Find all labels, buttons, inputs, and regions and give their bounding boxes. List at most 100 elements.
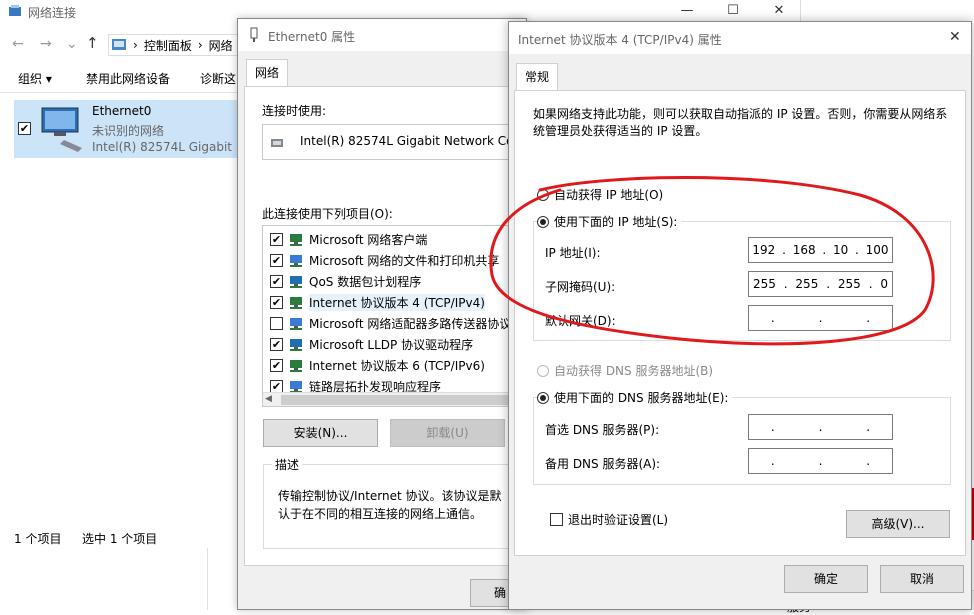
status-item-count: 1 个项目 — [14, 532, 62, 546]
adapter-name: Intel(R) 82574L Gigabit Network Cor — [300, 134, 517, 148]
preferred-dns-field[interactable]: ... — [748, 414, 893, 440]
items-list[interactable]: ✔ Microsoft 网络客户端 ✔ Microsoft 网络的文件和打印机共享 ✔ Q… — [262, 225, 517, 407]
breadcrumb-network[interactable]: 网络 — [209, 37, 233, 54]
disable-device-button[interactable]: 禁用此网络设备 — [86, 70, 170, 87]
item-checkbox[interactable]: ✔ — [270, 359, 283, 372]
network-tab-panel: 连接时使用: Intel(R) 82574L Gigabit Network C… — [244, 86, 524, 566]
address-bar[interactable]: › 控制面板 › 网络 — [108, 34, 243, 56]
list-item[interactable]: ✔ Internet 协议版本 6 (TCP/IPv6) — [270, 355, 516, 376]
protocol-icon — [288, 359, 304, 373]
ok-button[interactable]: 确定 — [784, 565, 868, 593]
horizontal-scrollbar[interactable]: ◀ — [263, 392, 516, 406]
auto-dns-radio[interactable] — [537, 364, 549, 377]
item-checkbox[interactable]: ✔ — [270, 296, 283, 309]
window-title: 网络连接 — [28, 6, 77, 20]
list-item[interactable]: ✔ Microsoft 网络的文件和打印机共享 — [270, 250, 516, 271]
dialog-title: Internet 协议版本 4 (TCP/IPv4) 属性 — [518, 33, 722, 47]
manual-dns-radio[interactable] — [537, 391, 549, 404]
protocol-icon — [288, 296, 304, 310]
list-item[interactable]: ✔ Microsoft LLDP 协议驱动程序 — [270, 334, 516, 355]
auto-ip-radio[interactable] — [537, 188, 549, 201]
up-arrow-icon[interactable]: ↑ — [86, 34, 99, 52]
ip-settings-group: 使用下面的 IP 地址(S): IP 地址(I): 192. 168. 10. 100… — [533, 213, 951, 341]
manual-ip-radio[interactable] — [537, 215, 549, 228]
organize-menu[interactable]: 组织 ▾ — [18, 70, 52, 87]
default-gateway-label: 默认网关(D): — [545, 314, 616, 328]
breadcrumb-control-panel[interactable]: 控制面板 — [144, 37, 192, 54]
subnet-mask-field[interactable]: 255. 255. 255. 0 — [748, 271, 893, 297]
ip-address-label: IP 地址(I): — [545, 246, 601, 260]
alternate-dns-label: 备用 DNS 服务器(A): — [545, 457, 661, 471]
preferred-dns-label: 首选 DNS 服务器(P): — [545, 423, 660, 437]
recent-dropdown-icon[interactable]: ⌄ — [66, 36, 78, 52]
description-text: 传输控制协议/Internet 协议。该协议是默认于在不同的相互连接的网络上通信… — [278, 489, 502, 521]
item-checkbox[interactable] — [270, 317, 283, 330]
ip-address-field[interactable]: 192. 168. 10. 100 — [748, 237, 893, 263]
dns-settings-group: 使用下面的 DNS 服务器地址(E): 首选 DNS 服务器(P): ... 备… — [533, 389, 951, 485]
diagnose-button[interactable]: 诊断这 — [200, 70, 236, 87]
manual-dns-option[interactable]: 使用下面的 DNS 服务器地址(E): — [537, 389, 733, 406]
network-adapter-icon — [248, 27, 260, 46]
default-gateway-field[interactable]: ... — [748, 305, 893, 331]
adapter-item-ethernet0[interactable]: ✔ Ethernet0 未识别的网络 Intel(R) 82574L Gigab… — [14, 100, 245, 158]
description-label: 描述 — [272, 456, 303, 473]
item-label: Microsoft 网络适配器多路传送器协议 — [309, 317, 512, 331]
toolbar-divider — [0, 92, 240, 93]
adapter-name: Ethernet0 — [92, 104, 152, 118]
connect-using-label: 连接时使用: — [262, 104, 327, 118]
item-label: Internet 协议版本 6 (TCP/IPv6) — [309, 359, 485, 373]
manual-ip-option[interactable]: 使用下面的 IP 地址(S): — [537, 213, 682, 230]
item-checkbox[interactable]: ✔ — [270, 275, 283, 288]
close-icon[interactable]: ✕ — [949, 29, 961, 45]
uninstall-button[interactable]: 卸载(U) — [390, 419, 505, 447]
item-label: Internet 协议版本 4 (TCP/IPv4) — [309, 294, 485, 311]
item-checkbox[interactable]: ✔ — [270, 254, 283, 267]
intro-text: 如果网络支持此功能，则可以获取自动指派的 IP 设置。否则，你需要从网络系统管理… — [533, 107, 948, 138]
tab-general[interactable]: 常规 — [516, 63, 559, 91]
ethernet-properties-dialog: Ethernet0 属性 网络 连接时使用: Intel(R) 82574L G… — [237, 18, 530, 610]
breadcrumb-separator: › — [197, 38, 203, 52]
adapter-checkbox[interactable]: ✔ — [18, 122, 31, 135]
protocol-icon — [288, 317, 304, 331]
adapter-device: Intel(R) 82574L Gigabit N — [92, 140, 245, 154]
list-item[interactable]: ✔ Internet 协议版本 4 (TCP/IPv4) — [270, 292, 516, 313]
list-item[interactable]: Microsoft 网络适配器多路传送器协议 — [270, 313, 516, 334]
ipv4-properties-dialog: Internet 协议版本 4 (TCP/IPv4) 属性 ✕ 常规 如果网络支… — [508, 21, 972, 610]
cancel-button[interactable]: 取消 — [880, 565, 964, 593]
scrollbar-thumb[interactable] — [281, 395, 511, 405]
protocol-icon — [288, 338, 304, 352]
item-label: Microsoft LLDP 协议驱动程序 — [309, 338, 474, 352]
item-label: QoS 数据包计划程序 — [309, 275, 422, 289]
item-label: Microsoft 网络的文件和打印机共享 — [309, 254, 500, 268]
items-label: 此连接使用下列项目(O): — [262, 207, 393, 221]
divider — [207, 548, 208, 610]
status-selected-count: 选中 1 个项目 — [82, 532, 158, 546]
advanced-button[interactable]: 高级(V)... — [846, 510, 950, 538]
validate-checkbox[interactable] — [550, 513, 563, 526]
list-item[interactable]: ✔ Microsoft 网络客户端 — [270, 229, 516, 250]
general-tab-panel: 如果网络支持此功能，则可以获取自动指派的 IP 设置。否则，你需要从网络系统管理… — [514, 90, 966, 556]
dialog-title: Ethernet0 属性 — [268, 30, 356, 44]
item-checkbox[interactable]: ✔ — [270, 338, 283, 351]
item-label: Microsoft 网络客户端 — [309, 233, 428, 247]
validate-option[interactable]: 退出时验证设置(L) — [550, 511, 668, 528]
back-arrow-icon[interactable]: ← — [12, 36, 24, 52]
forward-arrow-icon[interactable]: → — [40, 36, 52, 52]
auto-ip-option[interactable]: 自动获得 IP 地址(O) — [537, 186, 663, 203]
install-button[interactable]: 安装(N)... — [263, 419, 378, 447]
tab-network[interactable]: 网络 — [246, 59, 289, 87]
protocol-icon — [288, 254, 304, 268]
network-adapter-icon — [38, 104, 88, 157]
control-panel-icon — [112, 39, 126, 50]
alternate-dns-field[interactable]: ... — [748, 448, 893, 474]
protocol-icon — [288, 275, 304, 289]
auto-dns-option[interactable]: 自动获得 DNS 服务器地址(B) — [537, 362, 713, 379]
breadcrumb-separator: › — [133, 38, 138, 52]
item-checkbox[interactable]: ✔ — [270, 233, 283, 246]
list-item[interactable]: ✔ QoS 数据包计划程序 — [270, 271, 516, 292]
network-card-icon — [271, 139, 283, 147]
protocol-icon — [288, 233, 304, 247]
adapter-field: Intel(R) 82574L Gigabit Network Cor — [262, 124, 517, 160]
scroll-left-icon[interactable]: ◀ — [265, 394, 272, 404]
subnet-mask-label: 子网掩码(U): — [545, 280, 616, 294]
